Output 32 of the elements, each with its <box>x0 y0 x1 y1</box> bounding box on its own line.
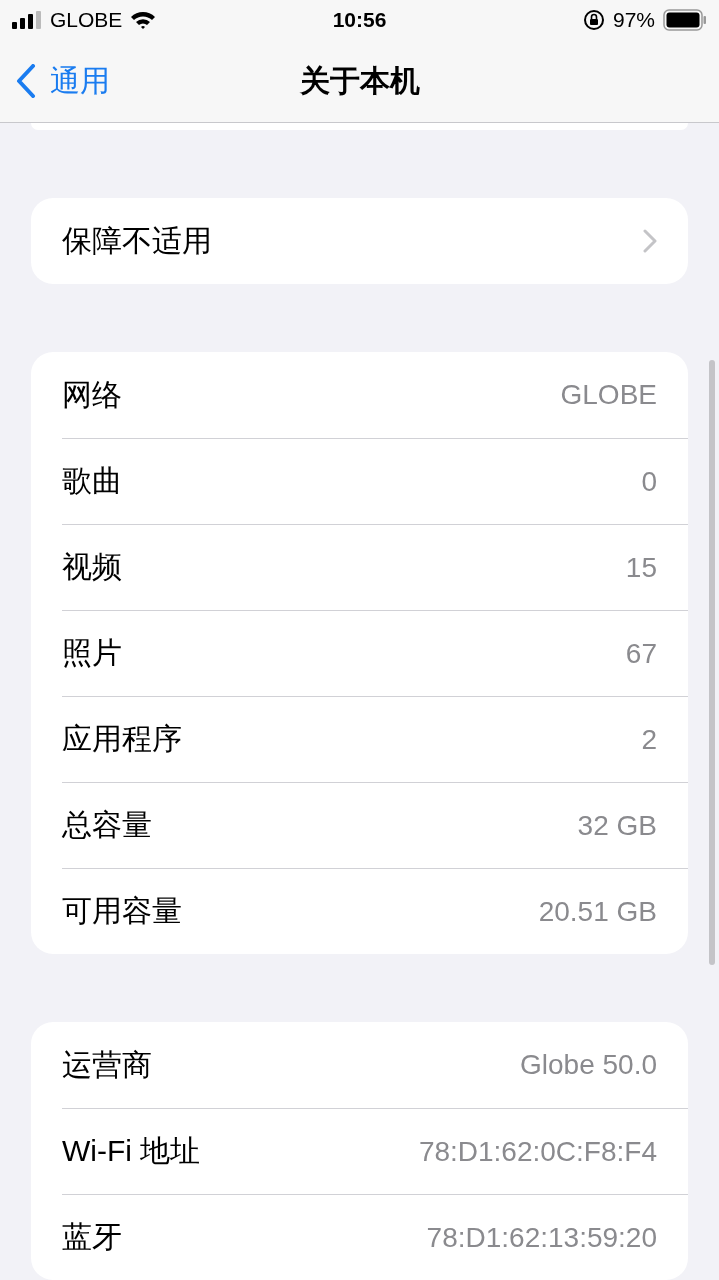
row-value: 0 <box>641 465 657 498</box>
row-label: 应用程序 <box>62 721 182 757</box>
signal-icon <box>12 11 42 29</box>
clock: 10:56 <box>332 8 387 32</box>
row-value: 20.51 GB <box>538 895 657 928</box>
row-label: 蓝牙 <box>62 1219 122 1255</box>
row-value: Globe 50.0 <box>520 1049 657 1081</box>
row-value: 2 <box>641 723 657 756</box>
row-label: 视频 <box>62 549 122 585</box>
battery-percent: 97% <box>612 8 655 32</box>
row-value: 32 GB <box>577 809 657 842</box>
page-title: 关于本机 <box>299 62 420 99</box>
row-label: 总容量 <box>62 807 152 843</box>
rotation-lock-icon <box>582 9 605 31</box>
row-label: 可用容量 <box>62 893 182 929</box>
row-label: 网络 <box>62 376 122 413</box>
chevron-right-icon <box>643 229 657 253</box>
row-value: GLOBE <box>560 379 657 411</box>
wifi-icon <box>130 10 157 30</box>
battery-icon <box>663 9 707 31</box>
row-label: 照片 <box>62 635 122 671</box>
row-label: 歌曲 <box>62 463 122 499</box>
row-label: Wi-Fi 地址 <box>62 1133 201 1169</box>
row-value: 78:D1:62:13:59:20 <box>426 1221 657 1254</box>
chevron-left-icon <box>16 64 36 98</box>
back-button[interactable]: 通用 <box>16 60 110 102</box>
row-value: 67 <box>625 637 657 670</box>
row-value: 78:D1:62:0C:F8:F4 <box>418 1135 657 1168</box>
settings-row[interactable]: 保障不适用 <box>31 198 688 284</box>
carrier-name: GLOBE <box>50 8 123 32</box>
row-label: 运营商 <box>62 1046 152 1083</box>
row-value: 15 <box>625 551 657 584</box>
